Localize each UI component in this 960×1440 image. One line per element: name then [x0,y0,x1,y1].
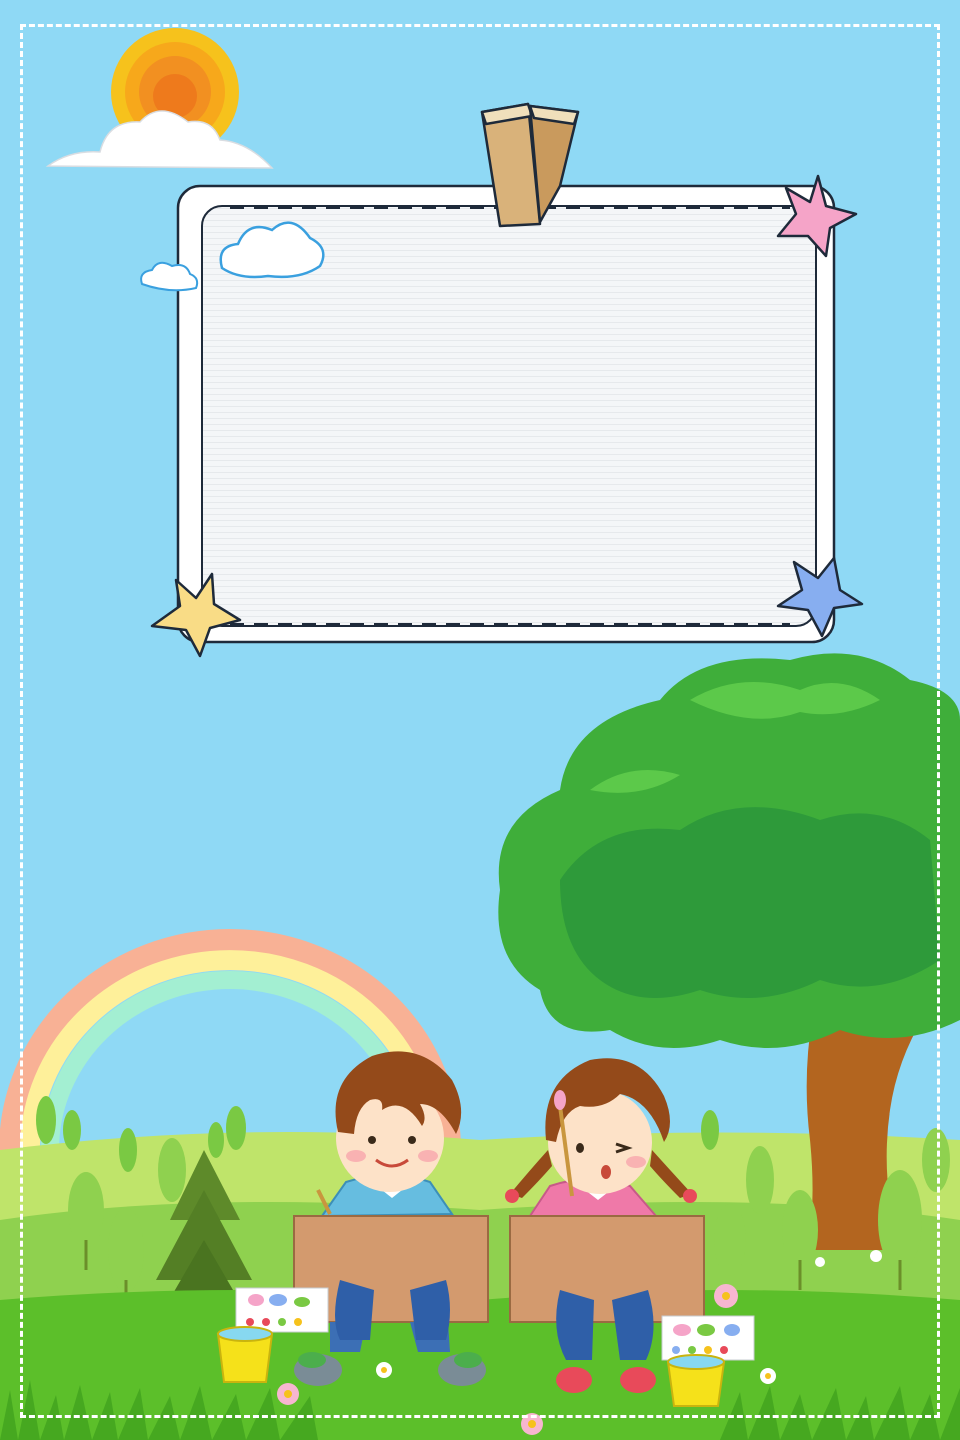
paint-palette-icon [661,1315,755,1361]
paint-bucket-icon [666,1354,726,1407]
poster-scene [0,0,960,1440]
paint-bucket-icon [216,1326,274,1383]
paint-palette-icon [235,1287,329,1333]
